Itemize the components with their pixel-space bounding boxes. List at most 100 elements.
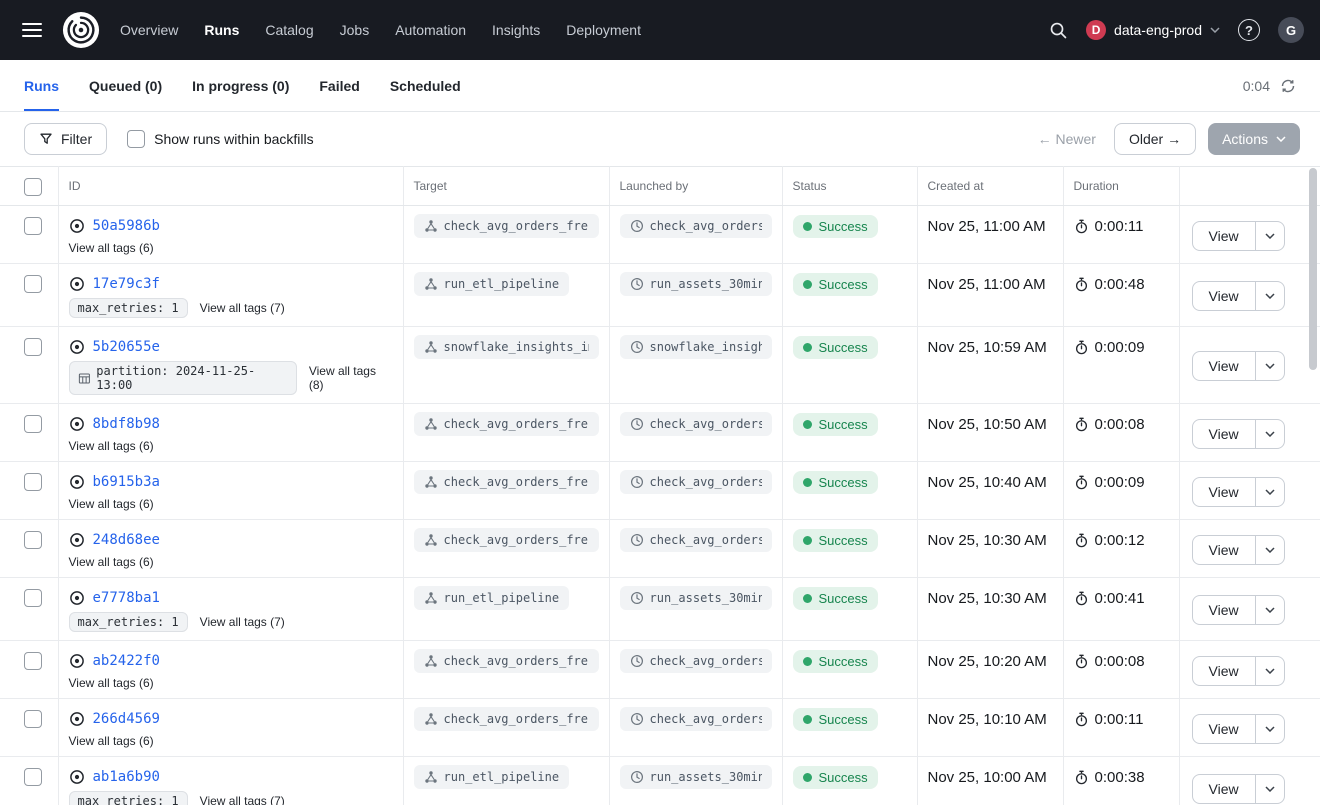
view-dropdown-button[interactable] <box>1255 656 1285 686</box>
launched-by-pill[interactable]: run_assets_30min <box>620 586 772 610</box>
run-id-link[interactable]: 266d4569 <box>93 711 160 727</box>
nav-item[interactable]: Overview <box>120 22 178 38</box>
target-asset-pill[interactable]: run_etl_pipeline <box>414 272 570 296</box>
row-checkbox[interactable] <box>24 473 42 491</box>
launched-by-pill[interactable]: check_avg_orders_f… <box>620 412 772 436</box>
row-checkbox[interactable] <box>24 338 42 356</box>
nav-item[interactable]: Catalog <box>265 22 313 38</box>
help-icon[interactable]: ? <box>1238 19 1260 41</box>
row-checkbox[interactable] <box>24 768 42 786</box>
view-run-button[interactable]: View <box>1192 774 1256 804</box>
view-run-button[interactable]: View <box>1192 419 1256 449</box>
select-all-checkbox[interactable] <box>24 178 42 196</box>
view-run-button[interactable]: View <box>1192 221 1256 251</box>
user-avatar[interactable]: G <box>1278 17 1304 43</box>
target-asset-pill[interactable]: check_avg_orders_freshne <box>414 528 599 552</box>
view-dropdown-button[interactable] <box>1255 535 1285 565</box>
view-run-button[interactable]: View <box>1192 351 1256 381</box>
target-asset-pill[interactable]: check_avg_orders_freshne <box>414 214 599 238</box>
target-asset-pill[interactable]: check_avg_orders_freshne <box>414 470 599 494</box>
runs-tab[interactable]: Failed <box>319 60 359 111</box>
view-dropdown-button[interactable] <box>1255 419 1285 449</box>
row-checkbox[interactable] <box>24 710 42 728</box>
view-run-button[interactable]: View <box>1192 595 1256 625</box>
launched-by-pill[interactable]: run_assets_30min <box>620 272 772 296</box>
older-button[interactable]: Older → <box>1114 123 1196 155</box>
status-badge: Success <box>793 215 878 238</box>
runs-tab[interactable]: Queued (0) <box>89 60 162 111</box>
view-all-tags-link[interactable]: View all tags (6) <box>69 676 154 690</box>
view-all-tags-link[interactable]: View all tags (6) <box>69 497 154 511</box>
launched-by-pill[interactable]: check_avg_orders_f… <box>620 470 772 494</box>
nav-item[interactable]: Runs <box>204 22 239 38</box>
run-id-link[interactable]: 50a5986b <box>93 218 160 234</box>
run-id-link[interactable]: 248d68ee <box>93 532 160 548</box>
view-run-button[interactable]: View <box>1192 477 1256 507</box>
view-run-button[interactable]: View <box>1192 535 1256 565</box>
runs-tab[interactable]: In progress (0) <box>192 60 289 111</box>
view-dropdown-button[interactable] <box>1255 221 1285 251</box>
view-run-button[interactable]: View <box>1192 714 1256 744</box>
row-checkbox[interactable] <box>24 589 42 607</box>
newer-button[interactable]: ← Newer <box>1032 131 1102 147</box>
target-asset-pill[interactable]: run_etl_pipeline <box>414 765 570 789</box>
row-checkbox[interactable] <box>24 531 42 549</box>
view-all-tags-link[interactable]: View all tags (7) <box>200 301 285 315</box>
launched-by-pill[interactable]: check_avg_orders_f… <box>620 528 772 552</box>
view-dropdown-button[interactable] <box>1255 714 1285 744</box>
run-id-link[interactable]: e7778ba1 <box>93 590 160 606</box>
view-all-tags-link[interactable]: View all tags (7) <box>200 615 285 629</box>
launched-by-pill[interactable]: check_avg_orders_f… <box>620 649 772 673</box>
show-backfills-checkbox[interactable] <box>127 130 145 148</box>
view-run-button[interactable]: View <box>1192 281 1256 311</box>
view-all-tags-link[interactable]: View all tags (6) <box>69 439 154 453</box>
launched-by-pill[interactable]: check_avg_orders_f… <box>620 707 772 731</box>
deployment-switcher[interactable]: D data-eng-prod <box>1086 20 1220 40</box>
target-asset-pill[interactable]: check_avg_orders_freshne <box>414 412 599 436</box>
run-id-cell: 248d68ee View all tags (6) <box>58 520 403 578</box>
view-all-tags-link[interactable]: View all tags (6) <box>69 555 154 569</box>
created-at: Nov 25, 10:30 AM <box>917 578 1063 641</box>
actions-button[interactable]: Actions <box>1208 123 1300 155</box>
launched-by-pill[interactable]: run_assets_30min <box>620 765 772 789</box>
nav-item[interactable]: Jobs <box>340 22 370 38</box>
runs-tab[interactable]: Runs <box>24 60 59 111</box>
hamburger-menu-icon[interactable] <box>16 16 48 44</box>
row-checkbox[interactable] <box>24 275 42 293</box>
target-asset-pill[interactable]: run_etl_pipeline <box>414 586 570 610</box>
runs-tab[interactable]: Scheduled <box>390 60 461 111</box>
target-asset-pill[interactable]: check_avg_orders_freshne <box>414 707 599 731</box>
nav-item[interactable]: Insights <box>492 22 540 38</box>
view-dropdown-button[interactable] <box>1255 351 1285 381</box>
view-all-tags-link[interactable]: View all tags (6) <box>69 241 154 255</box>
dagster-logo-icon[interactable] <box>62 11 100 49</box>
view-dropdown-button[interactable] <box>1255 281 1285 311</box>
run-id-link[interactable]: ab2422f0 <box>93 653 160 669</box>
target-asset-pill[interactable]: check_avg_orders_freshne <box>414 649 599 673</box>
launched-by-pill[interactable]: check_avg_orders_f… <box>620 214 772 238</box>
run-id-link[interactable]: 8bdf8b98 <box>93 416 160 432</box>
target-asset-pill[interactable]: snowflake_insights_import <box>414 335 599 359</box>
view-all-tags-link[interactable]: View all tags (8) <box>309 364 393 392</box>
view-dropdown-button[interactable] <box>1255 774 1285 804</box>
launched-by-pill[interactable]: snowflake_insights_… <box>620 335 772 359</box>
view-dropdown-button[interactable] <box>1255 595 1285 625</box>
row-checkbox[interactable] <box>24 415 42 433</box>
top-nav: Overview Runs Catalog Jobs Automation In… <box>0 0 1320 60</box>
run-id-link[interactable]: b6915b3a <box>93 474 160 490</box>
run-id-link[interactable]: 17e79c3f <box>93 276 160 292</box>
nav-item[interactable]: Automation <box>395 22 466 38</box>
row-checkbox[interactable] <box>24 652 42 670</box>
view-all-tags-link[interactable]: View all tags (6) <box>69 734 154 748</box>
run-id-link[interactable]: ab1a6b90 <box>93 769 160 785</box>
view-dropdown-button[interactable] <box>1255 477 1285 507</box>
view-all-tags-link[interactable]: View all tags (7) <box>200 794 285 805</box>
refresh-icon[interactable] <box>1280 78 1296 94</box>
search-icon[interactable] <box>1049 21 1068 40</box>
view-run-button[interactable]: View <box>1192 656 1256 686</box>
row-checkbox[interactable] <box>24 217 42 235</box>
scrollbar-thumb[interactable] <box>1309 168 1317 370</box>
filter-button[interactable]: Filter <box>24 123 107 155</box>
run-id-link[interactable]: 5b20655e <box>93 339 160 355</box>
nav-item[interactable]: Deployment <box>566 22 641 38</box>
